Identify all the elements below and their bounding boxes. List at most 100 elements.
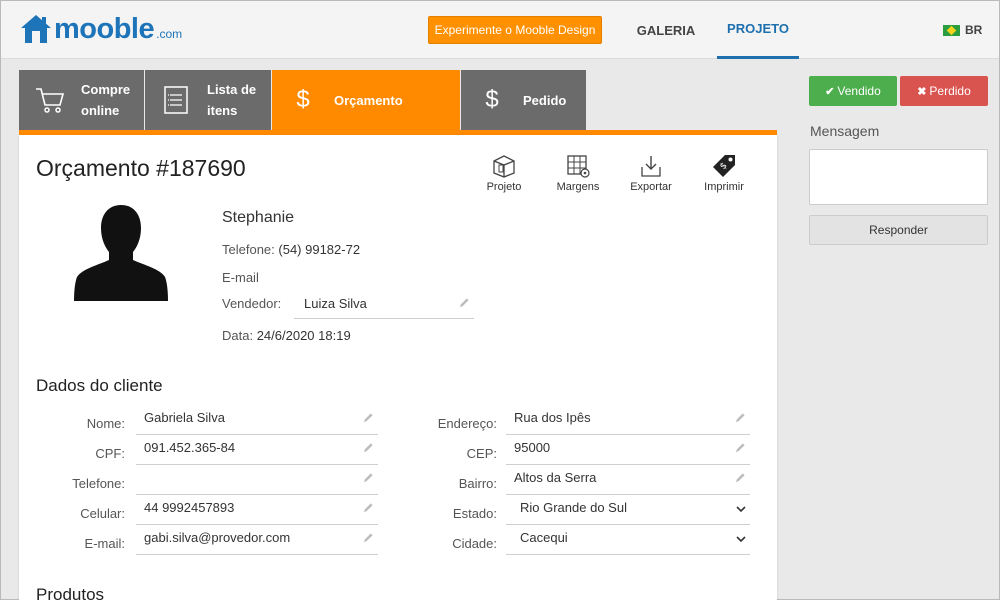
- date-line: Data: 24/6/2020 18:19: [222, 328, 351, 343]
- pencil-icon[interactable]: [363, 442, 374, 453]
- client-section-title: Dados do cliente: [36, 376, 163, 395]
- pencil-icon[interactable]: [735, 412, 746, 423]
- client-row-email: E-mail: gabi.silva@provedor.com: [19, 525, 379, 555]
- pencil-icon[interactable]: [735, 442, 746, 453]
- date-label: Data:: [222, 328, 254, 343]
- field-label: CEP:: [466, 446, 497, 461]
- reply-button[interactable]: Responder: [809, 215, 988, 245]
- tab-orcamento[interactable]: $ Orçamento: [272, 70, 460, 130]
- field-value: 95000: [514, 440, 551, 455]
- nav-projeto[interactable]: PROJETO: [717, 1, 799, 59]
- pencil-icon[interactable]: [363, 502, 374, 513]
- cep-field[interactable]: 95000: [506, 435, 750, 465]
- chevron-down-icon: [736, 506, 746, 513]
- mooble-logo[interactable]: mooble .com: [19, 13, 182, 45]
- pencil-icon[interactable]: [363, 472, 374, 483]
- message-textarea[interactable]: [809, 149, 988, 205]
- client-row-cep: CEP: 95000: [389, 435, 751, 465]
- language-selector[interactable]: BR: [943, 23, 982, 37]
- client-row-endereco: Endereço: Rua dos Ipês: [389, 405, 751, 435]
- sold-button[interactable]: ✔ Vendido: [809, 76, 897, 106]
- page-title: Orçamento #187690: [36, 155, 246, 181]
- pencil-icon[interactable]: [459, 297, 470, 308]
- field-label: Telefone:: [72, 476, 125, 491]
- toolbar-label: Projeto: [486, 181, 522, 193]
- endereco-field[interactable]: Rua dos Ipês: [506, 405, 750, 435]
- logo-suffix: .com: [156, 27, 183, 41]
- client-row-estado: Estado: Rio Grande do Sul: [389, 495, 751, 525]
- margins-grid-icon: [567, 155, 590, 178]
- pencil-icon[interactable]: [363, 412, 374, 423]
- export-download-icon: [641, 156, 661, 177]
- tab-lista-de-itens[interactable]: Lista de itens: [145, 70, 271, 130]
- imprimir-button[interactable]: $ Imprimir: [699, 153, 749, 193]
- nome-field[interactable]: Gabriela Silva: [136, 405, 378, 435]
- celular-field[interactable]: 44 9992457893: [136, 495, 378, 525]
- toolbar-label: Margens: [556, 181, 600, 193]
- seller-label: Vendedor:: [222, 296, 282, 311]
- message-label: Mensagem: [810, 123, 880, 139]
- dollar-icon: $: [485, 86, 499, 113]
- field-label: Estado:: [452, 506, 497, 521]
- tab-label: Pedido: [523, 92, 567, 108]
- cpf-field[interactable]: 091.452.365-84: [136, 435, 378, 465]
- estado-select[interactable]: Rio Grande do Sul: [506, 495, 750, 525]
- dollar-icon: $: [296, 86, 310, 113]
- sold-label: Vendido: [837, 84, 881, 98]
- field-label: Bairro:: [458, 476, 497, 491]
- lost-label: Perdido: [929, 84, 971, 98]
- field-value: 091.452.365-84: [144, 440, 236, 455]
- field-value: Cacequi: [520, 530, 568, 545]
- tab-label-line1: Compre: [81, 82, 131, 97]
- field-value: 44 9992457893: [144, 500, 235, 515]
- tab-label-line2: online: [81, 103, 120, 118]
- seller-value: Luiza Silva: [304, 296, 367, 311]
- client-row-cidade: Cidade: Cacequi: [389, 525, 751, 555]
- field-value: Rua dos Ipês: [514, 410, 591, 425]
- project-3d-icon: [493, 155, 515, 178]
- pencil-icon[interactable]: [363, 532, 374, 543]
- client-row-celular: Celular: 44 9992457893: [19, 495, 379, 525]
- field-value: Altos da Serra: [514, 470, 597, 485]
- tab-pedido[interactable]: $ Pedido: [461, 70, 586, 130]
- tab-label-line2: itens: [207, 103, 238, 118]
- house-logo-icon: [21, 15, 51, 43]
- client-row-bairro: Bairro: Altos da Serra: [389, 465, 751, 495]
- cart-icon: [19, 86, 81, 114]
- pencil-icon[interactable]: [735, 472, 746, 483]
- margens-button[interactable]: Margens: [549, 153, 607, 193]
- field-value: gabi.silva@provedor.com: [144, 530, 291, 545]
- projeto-button[interactable]: Projeto: [481, 153, 527, 193]
- email-field[interactable]: gabi.silva@provedor.com: [136, 525, 378, 555]
- field-label: Celular:: [80, 506, 125, 521]
- field-label: Nome:: [86, 416, 125, 431]
- step-tabs: Compre online Lista de itens $ Orçamento $…: [19, 70, 587, 130]
- phone-line: Telefone: (54) 99182-72: [222, 242, 360, 257]
- nav-galeria[interactable]: GALERIA: [625, 1, 707, 59]
- email-label: E-mail: [222, 270, 259, 285]
- cross-icon: ✖: [917, 85, 927, 98]
- language-label: BR: [965, 23, 983, 37]
- tab-compre-online[interactable]: Compre online: [19, 70, 144, 130]
- phone-value: (54) 99182-72: [278, 242, 361, 257]
- products-section-title: Produtos: [36, 585, 105, 600]
- tab-label-line1: Lista de: [207, 82, 257, 97]
- lost-button[interactable]: ✖ Perdido: [900, 76, 988, 106]
- date-value: 24/6/2020 18:19: [256, 328, 351, 343]
- top-bar: mooble .com Experimente o Mooble Design …: [1, 1, 999, 59]
- tab-label: Orçamento: [334, 92, 403, 108]
- field-label: E-mail:: [84, 536, 125, 551]
- field-value: Rio Grande do Sul: [520, 500, 627, 515]
- logo-text: mooble: [54, 13, 155, 45]
- field-label: Endereço:: [437, 416, 497, 431]
- cidade-select[interactable]: Cacequi: [506, 525, 750, 555]
- exportar-button[interactable]: Exportar: [626, 153, 676, 193]
- chevron-down-icon: [736, 536, 746, 543]
- telefone-field[interactable]: [136, 465, 378, 495]
- seller-field[interactable]: Luiza Silva: [294, 290, 474, 319]
- phone-label: Telefone:: [222, 242, 275, 257]
- check-icon: ✔: [825, 85, 835, 98]
- try-mooble-design-button[interactable]: Experimente o Mooble Design: [428, 16, 602, 44]
- field-label: CPF:: [95, 446, 125, 461]
- bairro-field[interactable]: Altos da Serra: [506, 465, 750, 495]
